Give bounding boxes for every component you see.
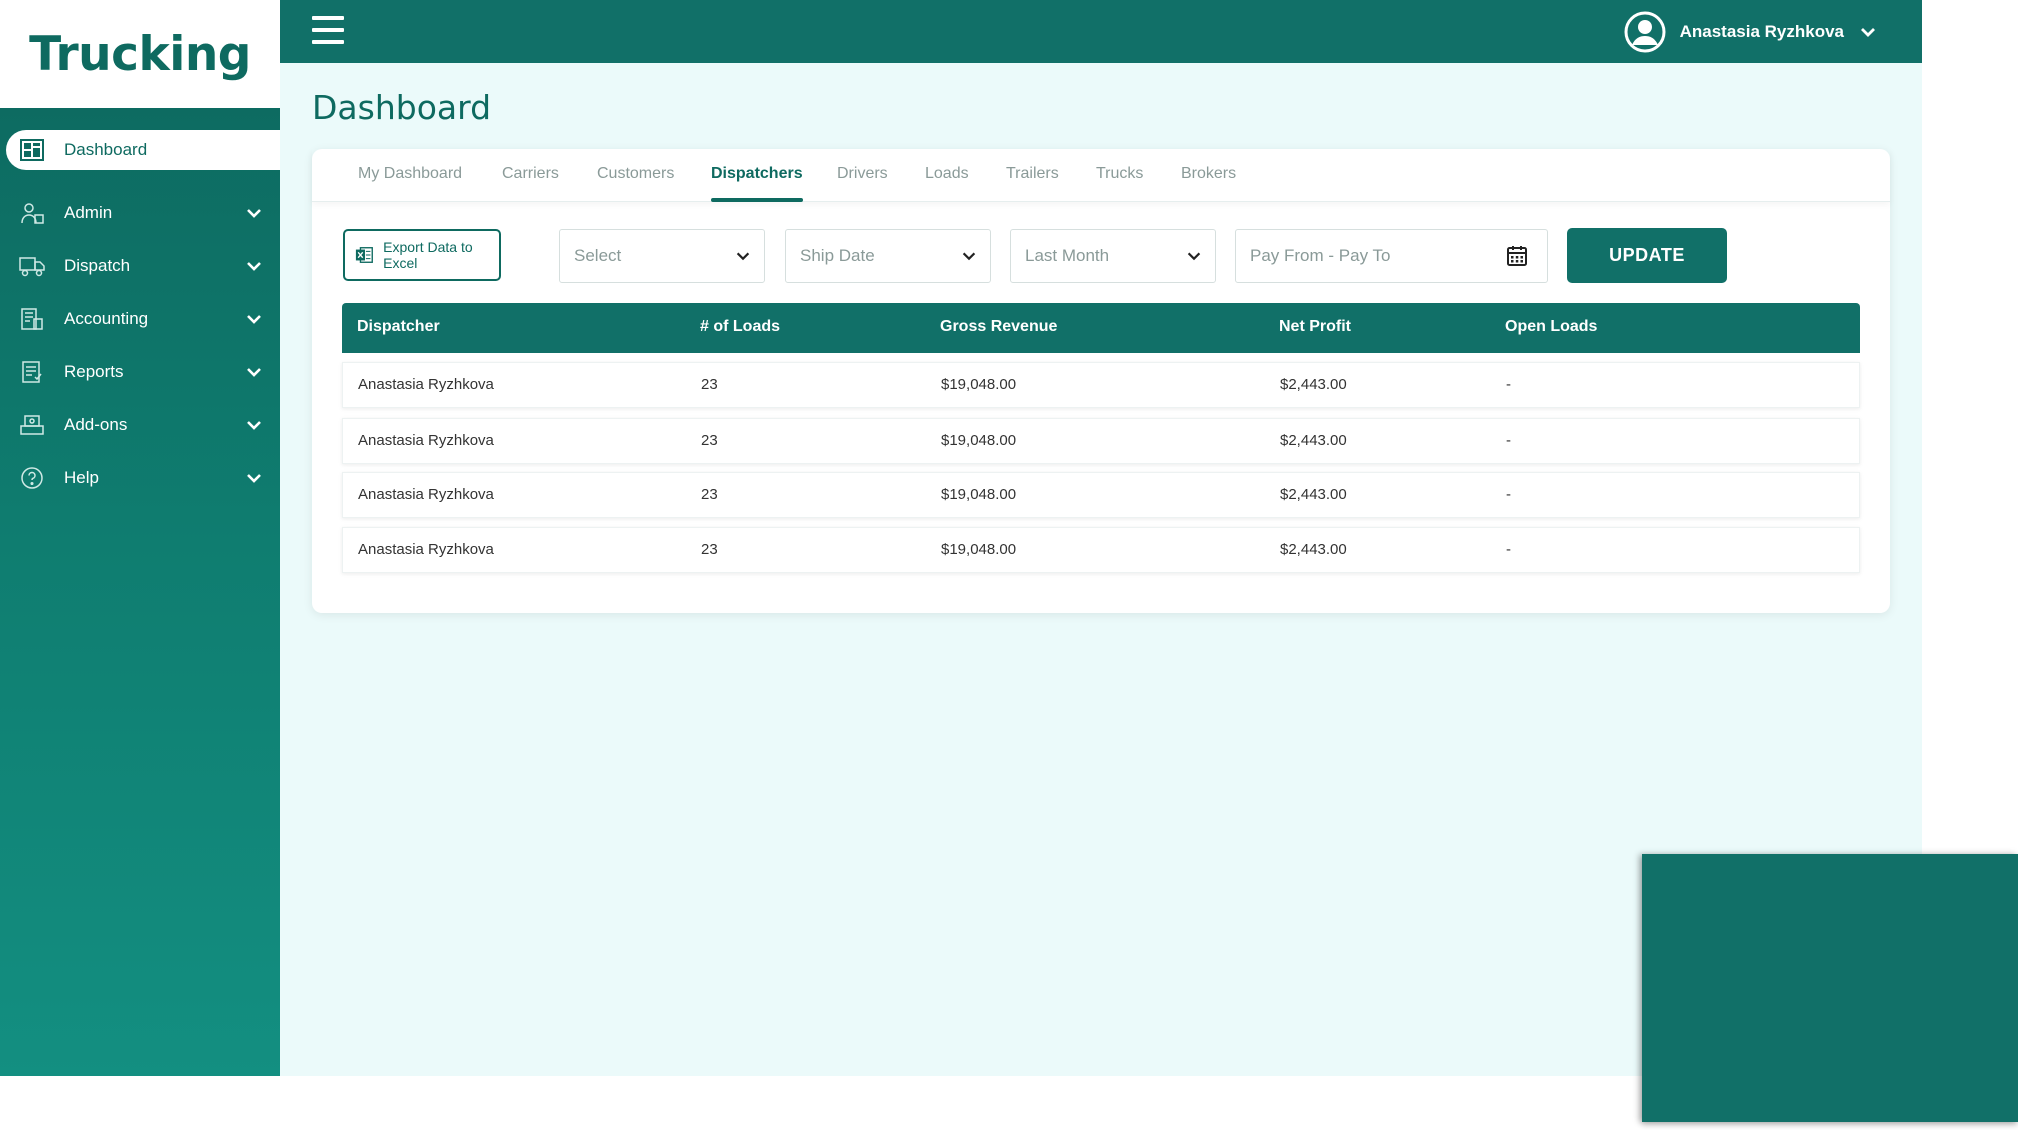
sidebar-item-label: Accounting [64, 309, 149, 328]
sidebar-item-addons[interactable]: Add-ons [6, 405, 280, 445]
cell-open-loads: - [1506, 432, 1511, 449]
cell-dispatcher: Anastasia Ryzhkova [358, 432, 494, 449]
date-type-value: Ship Date [800, 246, 875, 265]
calendar-icon[interactable] [1505, 244, 1529, 268]
logo[interactable]: Trucking [0, 0, 280, 108]
tab-bar: My Dashboard Carriers Customers Dispatch… [312, 149, 1890, 202]
user-avatar-icon [1624, 11, 1666, 53]
sidebar-item-label: Admin [64, 203, 113, 222]
tab-trailers[interactable]: Trailers [1006, 165, 1059, 183]
admin-icon [18, 199, 46, 227]
column-header-open-loads[interactable]: Open Loads [1505, 318, 1597, 336]
excel-icon [355, 247, 373, 263]
tab-trucks[interactable]: Trucks [1096, 165, 1143, 183]
chevron-down-icon [962, 252, 976, 261]
cell-loads: 23 [701, 541, 718, 558]
user-menu[interactable]: Anastasia Ryzhkova [1624, 10, 1878, 54]
tab-customers[interactable]: Customers [597, 165, 674, 183]
cell-dispatcher: Anastasia Ryzhkova [358, 541, 494, 558]
dispatcher-select-value: Select [574, 246, 622, 265]
update-button[interactable]: UPDATE [1567, 228, 1727, 283]
chevron-down-icon [1861, 28, 1875, 37]
tab-loads[interactable]: Loads [925, 165, 969, 183]
tab-my-dashboard[interactable]: My Dashboard [358, 165, 462, 183]
cell-gross-revenue: $19,048.00 [941, 376, 1017, 393]
logo-text: Trucking [29, 26, 251, 82]
help-icon [18, 464, 46, 492]
export-label: Export Data to Excel [383, 239, 473, 271]
sidebar-item-label: Dashboard [64, 140, 148, 159]
cell-loads: 23 [701, 376, 718, 393]
accounting-icon [18, 305, 46, 333]
page-title: Dashboard [312, 88, 492, 127]
column-header-loads[interactable]: # of Loads [700, 318, 780, 336]
sidebar: Dashboard Admin Dispatch Accounting Repo… [0, 108, 280, 1076]
cell-net-profit: $2,443.00 [1280, 486, 1347, 503]
cell-gross-revenue: $19,048.00 [941, 486, 1017, 503]
sidebar-item-label: Help [64, 468, 99, 487]
table-header: Dispatcher # of Loads Gross Revenue Net … [342, 303, 1860, 353]
cell-gross-revenue: $19,048.00 [941, 541, 1017, 558]
top-bar: Anastasia Ryzhkova [280, 0, 1922, 63]
cell-net-profit: $2,443.00 [1280, 376, 1347, 393]
cell-open-loads: - [1506, 376, 1511, 393]
floating-panel[interactable] [1642, 854, 2018, 1122]
period-value: Last Month [1025, 246, 1110, 265]
chevron-down-icon [247, 262, 261, 271]
chevron-down-icon [1187, 252, 1201, 261]
sidebar-item-dispatch[interactable]: Dispatch [6, 246, 280, 286]
period-select[interactable]: Last Month [1010, 229, 1216, 283]
cell-loads: 23 [701, 432, 718, 449]
sidebar-item-dashboard[interactable]: Dashboard [6, 130, 280, 170]
chevron-down-icon [247, 315, 261, 324]
chevron-down-icon [247, 474, 261, 483]
date-type-select[interactable]: Ship Date [785, 229, 991, 283]
truck-icon [18, 252, 46, 280]
sidebar-item-reports[interactable]: Reports [6, 352, 280, 392]
chevron-down-icon [247, 368, 261, 377]
dispatcher-select[interactable]: Select [559, 229, 765, 283]
tab-carriers[interactable]: Carriers [502, 165, 559, 183]
cell-gross-revenue: $19,048.00 [941, 432, 1017, 449]
addons-icon [18, 411, 46, 439]
cell-open-loads: - [1506, 486, 1511, 503]
dashboard-card: My Dashboard Carriers Customers Dispatch… [312, 149, 1890, 613]
chevron-down-icon [247, 209, 261, 218]
page-margin-bottom [0, 1076, 1642, 1130]
tab-brokers[interactable]: Brokers [1181, 165, 1236, 183]
tab-dispatchers[interactable]: Dispatchers [711, 165, 803, 202]
sidebar-item-admin[interactable]: Admin [6, 193, 280, 233]
cell-net-profit: $2,443.00 [1280, 432, 1347, 449]
dashboard-icon [18, 136, 46, 164]
cell-open-loads: - [1506, 541, 1511, 558]
table-row[interactable]: Anastasia Ryzhkova 23 $19,048.00 $2,443.… [342, 362, 1860, 408]
sidebar-item-accounting[interactable]: Accounting [6, 299, 280, 339]
cell-dispatcher: Anastasia Ryzhkova [358, 376, 494, 393]
pay-range-input[interactable]: Pay From - Pay To [1235, 229, 1548, 283]
column-header-dispatcher[interactable]: Dispatcher [357, 318, 440, 336]
cell-loads: 23 [701, 486, 718, 503]
sidebar-item-label: Dispatch [64, 256, 131, 275]
table-row[interactable]: Anastasia Ryzhkova 23 $19,048.00 $2,443.… [342, 472, 1860, 518]
sidebar-item-label: Reports [64, 362, 124, 381]
reports-icon [18, 358, 46, 386]
column-header-net-profit[interactable]: Net Profit [1279, 318, 1351, 336]
cell-dispatcher: Anastasia Ryzhkova [358, 486, 494, 503]
chevron-down-icon [736, 252, 750, 261]
user-name: Anastasia Ryzhkova [1679, 22, 1844, 41]
sidebar-item-help[interactable]: Help [6, 458, 280, 498]
hamburger-menu-icon[interactable] [312, 16, 344, 46]
column-header-gross-revenue[interactable]: Gross Revenue [940, 318, 1057, 336]
table-row[interactable]: Anastasia Ryzhkova 23 $19,048.00 $2,443.… [342, 418, 1860, 464]
pay-range-placeholder: Pay From - Pay To [1250, 246, 1391, 265]
tab-drivers[interactable]: Drivers [837, 165, 888, 183]
chevron-down-icon [247, 421, 261, 430]
cell-net-profit: $2,443.00 [1280, 541, 1347, 558]
export-excel-button[interactable]: Export Data to Excel [343, 229, 501, 281]
table-row[interactable]: Anastasia Ryzhkova 23 $19,048.00 $2,443.… [342, 527, 1860, 573]
sidebar-item-label: Add-ons [64, 415, 128, 434]
